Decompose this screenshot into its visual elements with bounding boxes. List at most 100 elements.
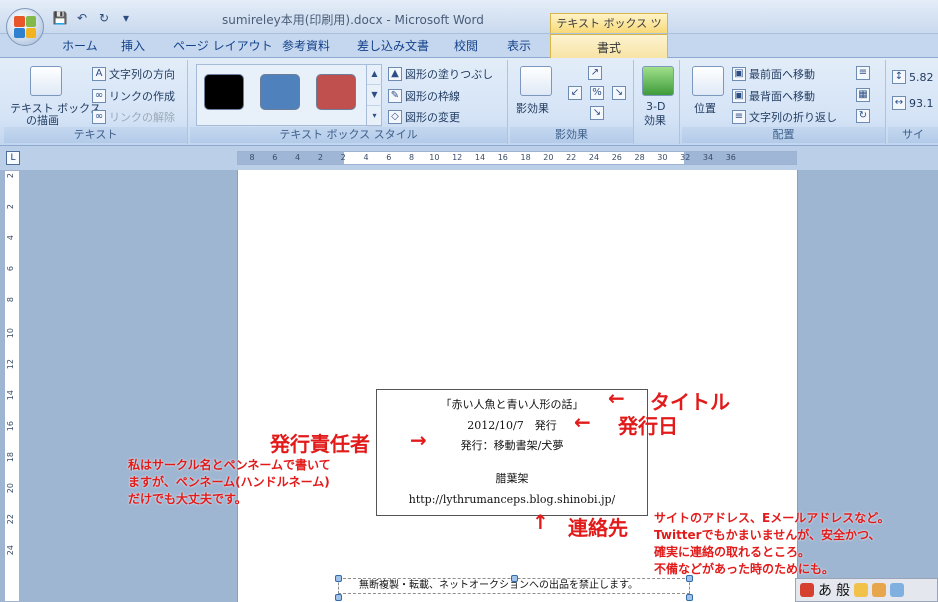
ruler-tick: 6 xyxy=(6,266,15,272)
tab-view[interactable]: 表示 xyxy=(507,37,531,54)
tab-mailings[interactable]: 差し込み文書 xyxy=(357,37,429,54)
ruler-tick: 4 xyxy=(6,235,15,241)
nudge-left-icon[interactable]: ↙ xyxy=(568,86,582,100)
resize-handle[interactable] xyxy=(686,594,693,601)
tab-selector[interactable]: L xyxy=(6,151,20,165)
shape-outline-button[interactable]: ✎ 図形の枠線 xyxy=(388,88,460,104)
textbox-draw-icon xyxy=(30,66,62,96)
width-field[interactable]: ↔ 93.1 xyxy=(892,96,934,110)
ribbon-tabs: ホーム 挿入 ページ レイアウト 参考資料 差し込み文書 校閲 表示 書式 xyxy=(0,34,938,59)
tab-page-layout[interactable]: ページ レイアウト xyxy=(173,37,273,54)
left-note: 私はサークル名とペンネームで書いて ますが、ペンネーム(ハンドルネーム) だけで… xyxy=(128,457,331,508)
rotate-icon[interactable]: ↻ xyxy=(856,109,870,123)
ruler-tick: 18 xyxy=(520,153,531,162)
send-back-icon: ▣ xyxy=(732,89,746,103)
gallery-more-icon[interactable]: ▾ xyxy=(367,106,382,127)
nudge-up-icon[interactable]: ↗ xyxy=(588,66,602,80)
send-back-button[interactable]: ▣ 最背面へ移動 xyxy=(732,88,815,104)
left-note-line: ますが、ペンネーム(ハンドルネーム) xyxy=(128,475,330,489)
gallery-up-icon[interactable]: ▲ xyxy=(367,64,382,85)
ruler-tick: 2 xyxy=(6,204,15,210)
text-direction-button[interactable]: A 文字列の方向 xyxy=(92,66,175,82)
height-field[interactable]: ↕ 5.82 xyxy=(892,70,934,84)
ruler-tick: 12 xyxy=(6,359,15,370)
shadow-toggle-icon[interactable]: % xyxy=(590,86,604,100)
wrap-text-icon: ≡ xyxy=(732,110,746,124)
publisher-arrow-icon: → xyxy=(410,428,427,452)
create-link-button[interactable]: ∞ リンクの作成 xyxy=(92,88,175,104)
ruler-margin-right xyxy=(684,152,796,164)
style-swatch-red[interactable] xyxy=(316,74,356,110)
ribbon: テキスト ボックス の描画 A 文字列の方向 ∞ リンクの作成 ∞ リンクの解除… xyxy=(0,58,938,146)
ruler-tick: 30 xyxy=(657,153,668,162)
text-group: テキスト ボックス の描画 A 文字列の方向 ∞ リンクの作成 ∞ リンクの解除… xyxy=(4,60,188,144)
wrap-text-button[interactable]: ≡ 文字列の折り返し xyxy=(732,109,837,125)
vertical-ruler[interactable]: 2 2 4 6 8 10 12 14 16 18 20 22 24 xyxy=(4,170,20,602)
window-title: sumireley本用(印刷用).docx - Microsoft Word xyxy=(222,13,484,27)
height-icon: ↕ xyxy=(892,70,906,84)
tab-references[interactable]: 参考資料 xyxy=(282,37,330,54)
change-shape-label: 図形の変更 xyxy=(405,111,460,124)
customize-qat-icon[interactable]: ▾ xyxy=(118,10,134,26)
ime-pad-icon[interactable] xyxy=(854,583,868,597)
tab-format[interactable]: 書式 xyxy=(550,34,668,59)
ruler-tick: 6 xyxy=(272,153,278,162)
right-note-line: 不備などがあった時のためにも。 xyxy=(654,562,835,576)
shadow-effect-icon xyxy=(520,66,552,96)
break-link-label: リンクの解除 xyxy=(109,111,175,124)
ime-dictionary[interactable]: 般 xyxy=(836,580,850,600)
context-tab-header: テキスト ボックス ツール xyxy=(550,13,668,49)
break-link-button[interactable]: ∞ リンクの解除 xyxy=(92,109,175,125)
resize-handle[interactable] xyxy=(335,575,342,582)
ime-tools-icon[interactable] xyxy=(872,583,886,597)
shape-fill-button[interactable]: ▲ 図形の塗りつぶし xyxy=(388,66,493,82)
resize-handle[interactable] xyxy=(335,594,342,601)
ruler-tick: 8 xyxy=(409,153,415,162)
tab-insert[interactable]: 挿入 xyxy=(121,37,145,54)
threed-effect-icon xyxy=(642,66,674,96)
bring-front-icon: ▣ xyxy=(732,67,746,81)
right-note-line: サイトのアドレス、Eメールアドレスなど。 xyxy=(654,511,890,525)
change-shape-button[interactable]: ◇ 図形の変更 xyxy=(388,109,460,125)
gallery-down-icon[interactable]: ▼ xyxy=(367,85,382,106)
tab-review[interactable]: 校閲 xyxy=(454,37,478,54)
undo-icon[interactable]: ↶ xyxy=(74,10,90,26)
style-swatch-black[interactable] xyxy=(204,74,244,110)
text-direction-label: 文字列の方向 xyxy=(109,68,175,81)
position-button[interactable]: 位置 xyxy=(694,100,716,116)
horizontal-ruler[interactable]: 8 6 4 2 2 4 6 8 10 12 14 16 18 20 22 24 26 28 30 32 34 36 xyxy=(237,151,797,165)
gallery-scroll[interactable]: ▲ ▼ ▾ xyxy=(366,64,382,127)
ime-help-icon[interactable] xyxy=(890,583,904,597)
ruler-tick: 28 xyxy=(634,153,645,162)
title-arrow-icon: ← xyxy=(608,386,625,410)
bring-front-button[interactable]: ▣ 最前面へ移動 xyxy=(732,66,815,82)
style-swatch-blue[interactable] xyxy=(260,74,300,110)
nudge-down-icon[interactable]: ↘ xyxy=(590,106,604,120)
printer-line: 腊葉架 xyxy=(495,472,529,485)
resize-handle[interactable] xyxy=(511,575,518,582)
title-bar: 💾 ↶ ↻ ▾ sumireley本用(印刷用).docx - Microsof… xyxy=(0,0,938,49)
tab-home[interactable]: ホーム xyxy=(62,37,98,54)
ruler-tick: 26 xyxy=(611,153,622,162)
nudge-right-icon[interactable]: ↘ xyxy=(612,86,626,100)
shadow-effect-button[interactable]: 影効果 xyxy=(516,100,549,116)
align-icon[interactable]: ≡ xyxy=(856,66,870,80)
save-icon[interactable]: 💾 xyxy=(52,10,68,26)
size-group-label: サイ xyxy=(888,127,938,143)
redo-icon[interactable]: ↻ xyxy=(96,10,112,26)
bring-front-label: 最前面へ移動 xyxy=(749,68,815,81)
pencil-icon: ✎ xyxy=(388,89,402,103)
ime-mode[interactable]: あ xyxy=(818,580,832,600)
office-button[interactable] xyxy=(6,8,44,46)
ruler-tick: 2 xyxy=(340,153,346,162)
ruler-tick: 24 xyxy=(588,153,600,162)
book-title-line: 「赤い人魚と青い人形の話」 xyxy=(440,398,584,411)
ime-logo-icon xyxy=(800,583,814,597)
ruler-tick: 14 xyxy=(474,153,486,162)
height-value: 5.82 xyxy=(909,70,934,84)
contact-arrow-icon: ↑ xyxy=(532,510,549,534)
textbox-styles-group-label: テキスト ボックス スタイル xyxy=(190,127,507,143)
ime-language-bar[interactable]: あ 般 xyxy=(795,578,938,602)
group-icon[interactable]: ▦ xyxy=(856,88,870,102)
ruler-tick: 4 xyxy=(363,153,369,162)
